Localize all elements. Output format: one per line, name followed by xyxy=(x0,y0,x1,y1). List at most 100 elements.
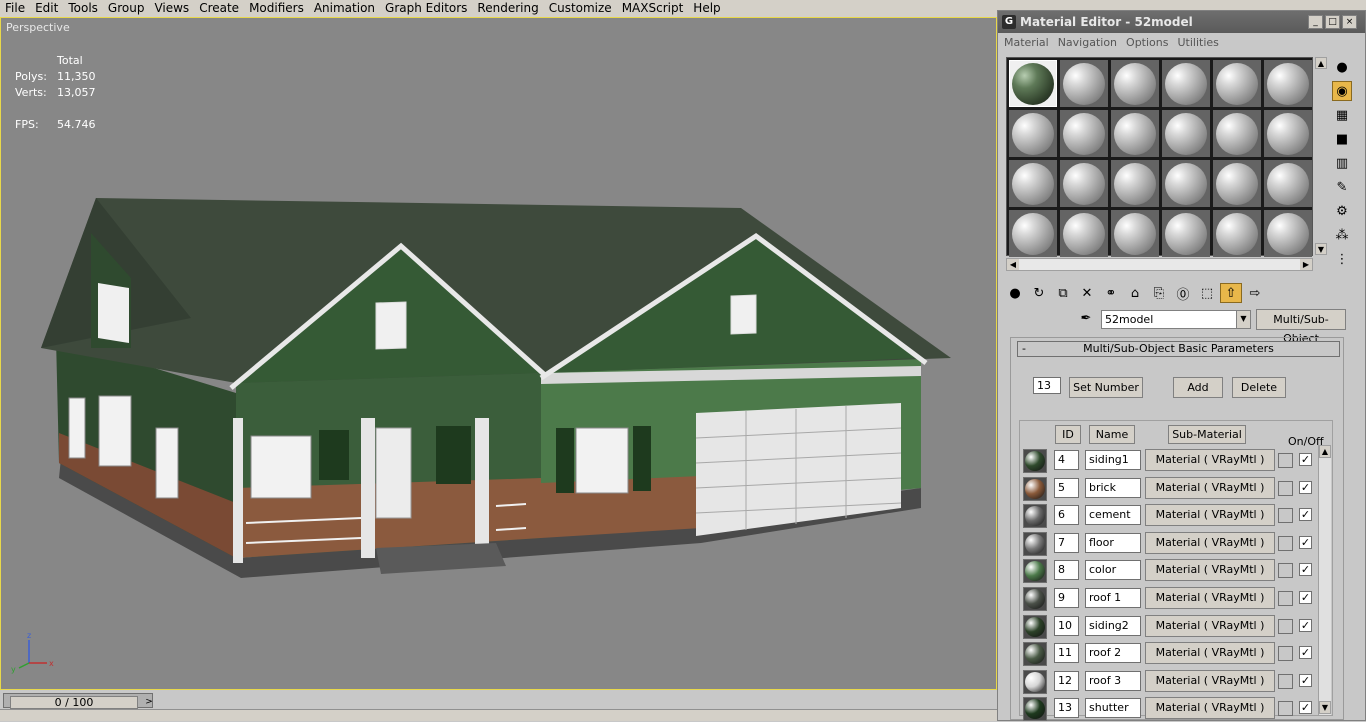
sample-slot[interactable] xyxy=(1162,60,1210,107)
sample-slot[interactable] xyxy=(1111,210,1159,257)
sub-material-name-field[interactable]: roof 1 xyxy=(1085,588,1141,608)
uv-tiling-icon[interactable]: ■ xyxy=(1332,129,1352,149)
menu-views[interactable]: Views xyxy=(149,0,194,17)
scroll-left-icon[interactable]: ◀ xyxy=(1007,259,1019,270)
sub-material-button[interactable]: Material ( VRayMtl ) xyxy=(1145,504,1275,527)
material-navigator-icon[interactable]: ⋮ xyxy=(1332,249,1352,269)
put-to-library-icon[interactable]: ⌂ xyxy=(1124,283,1146,303)
backlight-icon[interactable]: ◉ xyxy=(1332,81,1352,101)
close-button[interactable]: × xyxy=(1342,15,1357,29)
sample-slot[interactable] xyxy=(1009,210,1057,257)
sub-material-id-field[interactable]: 11 xyxy=(1054,643,1079,664)
sub-material-id-field[interactable]: 5 xyxy=(1054,477,1079,498)
sample-slot[interactable] xyxy=(1009,160,1057,207)
sample-slot[interactable] xyxy=(1213,210,1261,257)
menu-edit[interactable]: Edit xyxy=(30,0,63,17)
delete-button[interactable]: Delete xyxy=(1232,377,1286,398)
sample-slot[interactable] xyxy=(1111,60,1159,107)
color-swatch[interactable] xyxy=(1278,591,1293,606)
time-slider-track[interactable]: 0 / 100 > xyxy=(3,693,156,709)
video-check-icon[interactable]: ▥ xyxy=(1332,153,1352,173)
color-swatch[interactable] xyxy=(1278,646,1293,662)
sub-material-id-field[interactable]: 10 xyxy=(1054,615,1079,636)
sub-material-id-field[interactable]: 4 xyxy=(1054,450,1079,470)
material-count-field[interactable]: 13 xyxy=(1033,377,1061,394)
color-swatch[interactable] xyxy=(1278,701,1293,717)
sample-slot[interactable] xyxy=(1060,60,1108,107)
eyedropper-icon[interactable]: ✒ xyxy=(1076,311,1096,329)
material-type-button[interactable]: Multi/Sub-Object xyxy=(1256,309,1346,345)
sub-material-name-field[interactable]: brick xyxy=(1085,477,1141,498)
sub-material-id-field[interactable]: 7 xyxy=(1054,532,1079,553)
show-map-icon[interactable]: ⓪ xyxy=(1172,283,1194,303)
menu-utilities[interactable]: Utilities xyxy=(1174,36,1224,49)
on-off-checkbox[interactable]: ✓ xyxy=(1299,480,1312,494)
sub-material-id-field[interactable]: 6 xyxy=(1054,505,1079,526)
assign-to-selection-icon[interactable]: ⧉ xyxy=(1052,283,1074,303)
sample-slots-vscroll[interactable]: ▲ ▼ xyxy=(1315,57,1328,256)
sub-material-name-field[interactable]: roof 3 xyxy=(1085,670,1141,691)
sample-slot[interactable] xyxy=(1111,160,1159,207)
sample-slot[interactable] xyxy=(1264,210,1312,257)
scroll-down-icon[interactable]: ▼ xyxy=(1319,701,1331,714)
get-material-icon[interactable]: ● xyxy=(1004,283,1026,303)
sort-by-id-button[interactable]: ID xyxy=(1055,425,1081,444)
menu-animation[interactable]: Animation xyxy=(309,0,380,17)
sub-material-button[interactable]: Material ( VRayMtl ) xyxy=(1145,614,1275,637)
menu-graph-editors[interactable]: Graph Editors xyxy=(380,0,472,17)
on-off-checkbox[interactable]: ✓ xyxy=(1299,646,1312,660)
color-swatch[interactable] xyxy=(1278,673,1293,689)
menu-group[interactable]: Group xyxy=(103,0,150,17)
sub-material-button[interactable]: Material ( VRayMtl ) xyxy=(1145,476,1275,499)
track-bar[interactable] xyxy=(0,709,997,721)
add-button[interactable]: Add xyxy=(1173,377,1223,398)
sample-slot[interactable] xyxy=(1264,60,1312,107)
sample-slot[interactable] xyxy=(1111,110,1159,157)
material-id-channel-icon[interactable]: ⎘ xyxy=(1148,283,1170,303)
on-off-checkbox[interactable]: ✓ xyxy=(1299,563,1312,577)
on-off-checkbox[interactable]: ✓ xyxy=(1299,535,1312,549)
menu-customize[interactable]: Customize xyxy=(544,0,617,17)
go-to-parent-icon[interactable]: ⇧ xyxy=(1220,283,1242,303)
material-swatch[interactable] xyxy=(1023,504,1047,529)
color-swatch[interactable] xyxy=(1278,508,1293,524)
sub-material-id-field[interactable]: 9 xyxy=(1054,588,1079,608)
go-forward-icon[interactable]: ⇨ xyxy=(1244,283,1266,303)
menu-material[interactable]: Material xyxy=(1001,36,1055,49)
sample-slot[interactable] xyxy=(1009,60,1057,107)
sample-slot[interactable] xyxy=(1162,110,1210,157)
material-swatch[interactable] xyxy=(1023,669,1047,694)
on-off-checkbox[interactable]: ✓ xyxy=(1299,673,1312,687)
sample-slot[interactable] xyxy=(1009,110,1057,157)
background-icon[interactable]: ▦ xyxy=(1332,105,1352,125)
sort-by-name-button[interactable]: Name xyxy=(1089,425,1135,444)
sample-slot[interactable] xyxy=(1060,110,1108,157)
material-swatch[interactable] xyxy=(1023,559,1047,584)
sub-material-button[interactable]: Material ( VRayMtl ) xyxy=(1145,697,1275,720)
color-swatch[interactable] xyxy=(1278,480,1293,496)
sub-material-scrollbar[interactable]: ▲ ▼ xyxy=(1318,445,1331,715)
make-unique-icon[interactable]: ⚭ xyxy=(1100,283,1122,303)
on-off-checkbox[interactable]: ✓ xyxy=(1299,591,1312,604)
color-swatch[interactable] xyxy=(1278,453,1293,468)
sample-type-icon[interactable]: ● xyxy=(1332,57,1352,77)
color-swatch[interactable] xyxy=(1278,563,1293,579)
sub-material-name-field[interactable]: siding1 xyxy=(1085,450,1141,470)
next-frame-arrow[interactable]: > xyxy=(142,696,156,709)
sample-slot[interactable] xyxy=(1264,160,1312,207)
menu-options[interactable]: Options xyxy=(1123,36,1174,49)
maximize-button[interactable]: □ xyxy=(1325,15,1340,29)
scroll-up-icon[interactable]: ▲ xyxy=(1315,57,1327,69)
set-number-button[interactable]: Set Number xyxy=(1069,377,1143,398)
sub-material-id-field[interactable]: 12 xyxy=(1054,670,1079,691)
material-swatch[interactable] xyxy=(1023,449,1047,473)
material-swatch[interactable] xyxy=(1023,642,1047,667)
sub-material-name-field[interactable]: roof 2 xyxy=(1085,643,1141,664)
house-model[interactable] xyxy=(1,18,997,690)
sample-slot[interactable] xyxy=(1162,160,1210,207)
sub-material-button[interactable]: Material ( VRayMtl ) xyxy=(1145,559,1275,582)
sub-material-name-field[interactable]: color xyxy=(1085,560,1141,581)
time-slider-thumb[interactable]: 0 / 100 xyxy=(10,696,138,709)
sub-material-button[interactable]: Material ( VRayMtl ) xyxy=(1145,531,1275,554)
color-swatch[interactable] xyxy=(1278,535,1293,551)
